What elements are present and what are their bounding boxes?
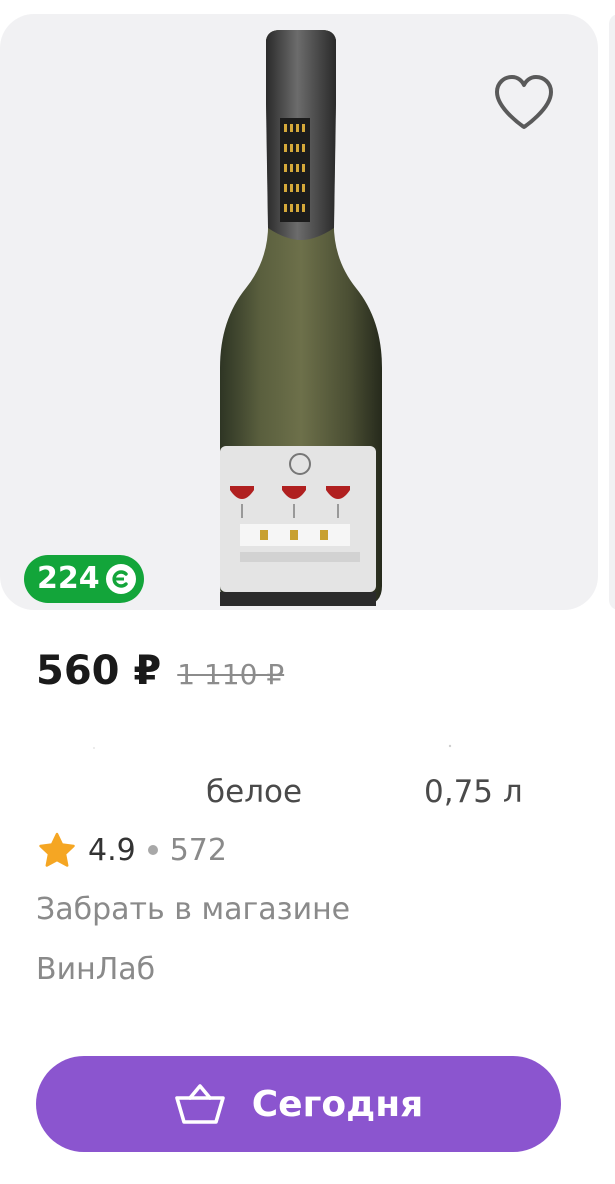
cart-button-label: Сегодня	[251, 1083, 424, 1125]
basket-icon	[174, 1084, 225, 1124]
wine-color: белое	[206, 774, 303, 810]
old-price: 1 110 ₽	[177, 658, 285, 691]
bonus-badge: 224	[24, 555, 144, 603]
product-card[interactable]: 224 560 ₽ 1 110 ₽ белое 0,75 л 4.9 572 З…	[0, 0, 615, 1184]
current-price: 560 ₽	[36, 648, 162, 694]
product-image-area[interactable]: 224	[0, 14, 598, 610]
rating: 4.9 572	[38, 832, 227, 868]
bonus-points: 224	[37, 561, 100, 596]
next-card-edge	[609, 14, 615, 610]
faded-divider	[93, 744, 452, 749]
price-row: 560 ₽ 1 110 ₽	[36, 648, 284, 694]
add-to-cart-button[interactable]: Сегодня	[36, 1056, 561, 1152]
rating-score: 4.9	[88, 832, 136, 868]
product-attributes: белое 0,75 л	[0, 770, 615, 816]
reviews-count: 572	[169, 832, 227, 868]
bonus-coin-icon	[105, 564, 136, 594]
store-name: ВинЛаб	[36, 952, 156, 987]
favorite-button[interactable]	[493, 72, 555, 134]
bottle-volume: 0,75 л	[424, 774, 523, 810]
star-icon	[39, 832, 75, 867]
separator-dot	[147, 845, 158, 855]
heart-outline-icon	[495, 75, 553, 129]
product-image	[220, 30, 382, 606]
pickup-text: Забрать в магазине	[36, 892, 351, 927]
